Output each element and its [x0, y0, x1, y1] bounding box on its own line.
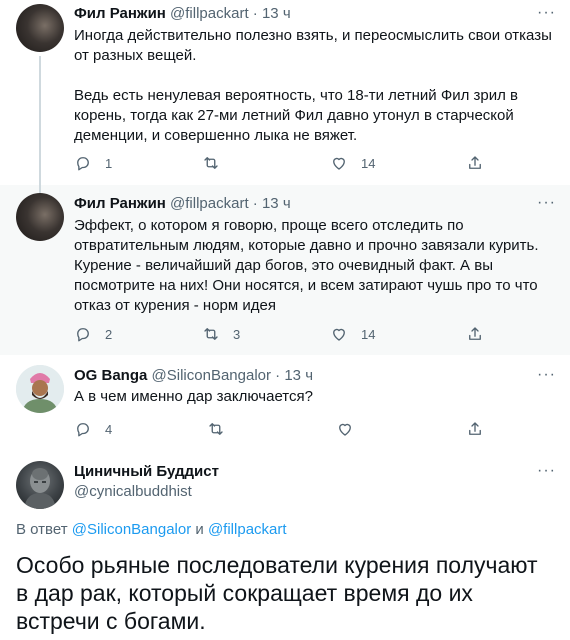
- reply-count: 4: [105, 421, 113, 437]
- like-icon: [339, 423, 351, 436]
- tweet-actions: 2 3 14: [74, 324, 494, 344]
- display-name[interactable]: Фил Ранжин: [74, 195, 166, 212]
- tweet-header: Циничный Буддист: [74, 462, 219, 482]
- tweet-text: Эффект, о котором я говорю, проще всего …: [74, 216, 560, 316]
- share-icon: [469, 422, 481, 435]
- like-button[interactable]: [336, 419, 354, 439]
- mention-link[interactable]: @fillpackart: [208, 521, 287, 538]
- timestamp[interactable]: 13 ч: [262, 195, 291, 212]
- separator-dot: ·: [275, 367, 281, 384]
- tweet-actions: 4: [74, 419, 494, 439]
- retweet-icon: [204, 328, 218, 340]
- tweet-header: Фил Ранжин @fillpackart · 13 ч: [74, 194, 291, 214]
- thread-line: [39, 56, 41, 185]
- display-name[interactable]: OG Banga: [74, 367, 147, 384]
- tweet-actions: 1 14: [74, 153, 494, 173]
- more-icon[interactable]: ···: [537, 4, 556, 22]
- reply-button[interactable]: 4: [74, 419, 112, 439]
- tweet-paragraph: А в чем именно дар заключается?: [74, 388, 313, 405]
- more-icon[interactable]: ···: [537, 462, 556, 480]
- like-icon: [333, 328, 345, 341]
- display-name[interactable]: Циничный Буддист: [74, 463, 219, 480]
- avatar[interactable]: [16, 4, 64, 52]
- avatar-image: [16, 365, 64, 413]
- user-handle[interactable]: @cynicalbuddhist: [74, 483, 192, 500]
- reply-count: 1: [105, 155, 113, 171]
- share-icon: [469, 156, 481, 169]
- reply-button[interactable]: 2: [74, 324, 112, 344]
- tweet-text: Иногда действительно полезно взять, и пе…: [74, 26, 560, 146]
- retweet-button[interactable]: [207, 419, 225, 439]
- tweet-paragraph: Иногда действительно полезно взять, и пе…: [74, 27, 552, 64]
- retweet-button[interactable]: [202, 153, 233, 173]
- like-count: 14: [361, 155, 376, 171]
- tweet-header: Фил Ранжин @fillpackart · 13 ч: [74, 4, 291, 24]
- retweet-count: 3: [233, 326, 241, 342]
- share-icon: [469, 327, 481, 340]
- share-button[interactable]: [466, 419, 484, 439]
- like-icon: [333, 157, 345, 170]
- avatar[interactable]: [16, 193, 64, 241]
- reply-icon: [77, 328, 89, 342]
- retweet-icon: [209, 423, 223, 435]
- separator-dot: ·: [252, 5, 258, 22]
- display-name[interactable]: Фил Ранжин: [74, 5, 166, 22]
- timestamp[interactable]: 13 ч: [284, 367, 313, 384]
- reply-icon: [77, 423, 89, 437]
- avatar-image: [24, 468, 56, 509]
- share-button[interactable]: [466, 153, 484, 173]
- more-icon[interactable]: ···: [537, 366, 556, 384]
- reply-count: 2: [105, 326, 113, 342]
- reply-context: В ответ @SiliconBangalor и @fillpackart: [16, 521, 287, 538]
- timestamp[interactable]: 13 ч: [262, 5, 291, 22]
- tweet-text: А в чем именно дар заключается?: [74, 387, 560, 407]
- retweet-icon: [204, 157, 218, 169]
- like-button[interactable]: 14: [330, 324, 375, 344]
- tweet-paragraph: Эффект, о котором я говорю, проще всего …: [74, 217, 539, 314]
- tweet-3[interactable]: OG Banga @SiliconBangalor · 13 ч ··· А в…: [0, 355, 570, 450]
- main-tweet-text: Особо рьяные последователи курения получ…: [16, 552, 538, 634]
- user-handle[interactable]: @SiliconBangalor: [152, 367, 271, 384]
- tweet-paragraph: Ведь есть ненулевая вероятность, что 18-…: [74, 87, 519, 144]
- tweet-header: @cynicalbuddhist: [74, 482, 192, 502]
- mention-link[interactable]: @SiliconBangalor: [72, 521, 191, 538]
- like-button[interactable]: 14: [330, 153, 375, 173]
- avatar[interactable]: [16, 461, 64, 509]
- separator-dot: ·: [252, 195, 258, 212]
- share-button[interactable]: [466, 324, 484, 344]
- avatar[interactable]: [16, 365, 64, 413]
- tweet-1[interactable]: Фил Ранжин @fillpackart · 13 ч ··· Иногд…: [0, 0, 570, 185]
- reply-conjunction: и: [195, 521, 204, 538]
- tweet-2[interactable]: Фил Ранжин @fillpackart · 13 ч ··· Эффек…: [0, 185, 570, 355]
- retweet-button[interactable]: 3: [202, 324, 240, 344]
- user-handle[interactable]: @fillpackart: [170, 5, 249, 22]
- more-icon[interactable]: ···: [537, 194, 556, 212]
- user-handle[interactable]: @fillpackart: [170, 195, 249, 212]
- reply-prefix: В ответ: [16, 521, 68, 538]
- reply-icon: [77, 157, 89, 171]
- thread-line: [39, 185, 41, 193]
- reply-button[interactable]: 1: [74, 153, 112, 173]
- tweet-header: OG Banga @SiliconBangalor · 13 ч: [74, 366, 313, 386]
- like-count: 14: [361, 326, 376, 342]
